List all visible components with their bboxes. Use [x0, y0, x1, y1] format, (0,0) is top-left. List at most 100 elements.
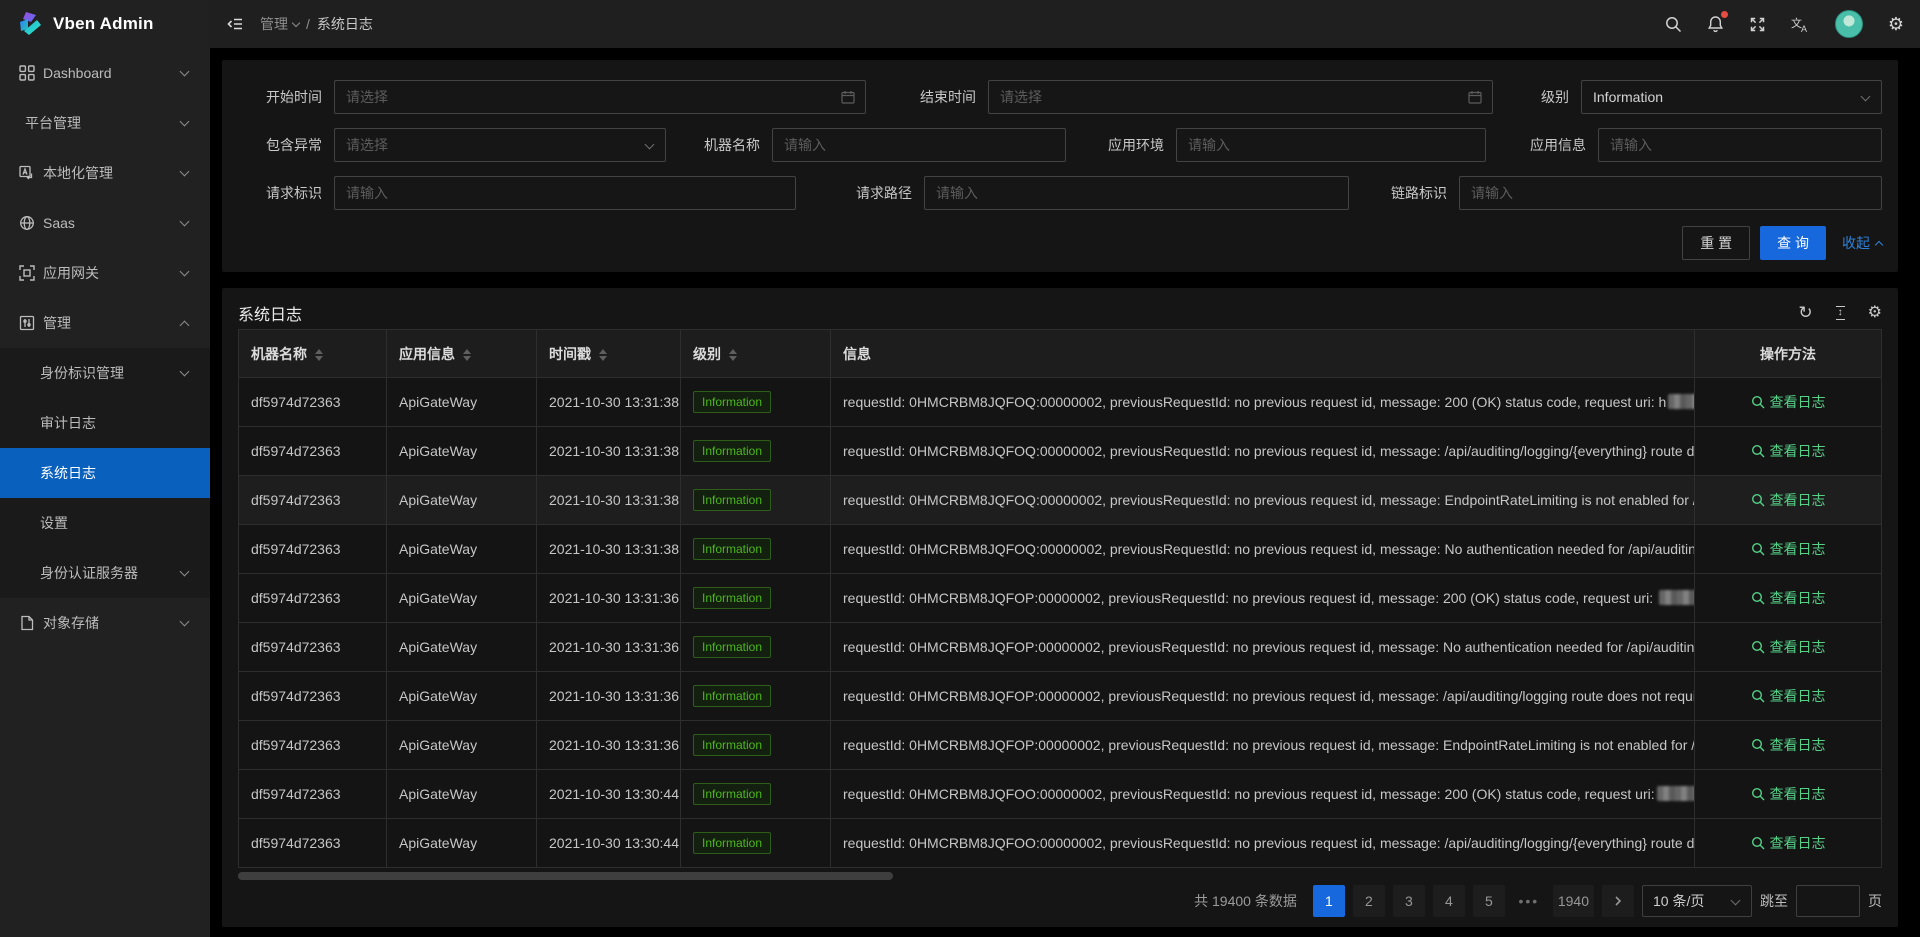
- app-env-label: 应用环境: [1066, 135, 1176, 155]
- table-row[interactable]: df5974d72363ApiGateWay2021-10-30 13:31:3…: [239, 378, 1882, 427]
- table-row[interactable]: df5974d72363ApiGateWay2021-10-30 13:30:4…: [239, 819, 1882, 868]
- cell-timestamp: 2021-10-30 13:31:38: [537, 427, 681, 476]
- dashboard-icon: [18, 65, 35, 82]
- sidebar-item-object-storage[interactable]: 对象存储: [0, 598, 210, 648]
- start-time-datepicker[interactable]: 请选择: [334, 80, 866, 114]
- filter-actions: 重 置 查 询 收起: [238, 226, 1882, 260]
- request-path-input[interactable]: 请输入: [924, 176, 1349, 210]
- level-badge: Information: [693, 636, 771, 658]
- page-button[interactable]: 3: [1393, 885, 1425, 917]
- refresh-icon[interactable]: ↻: [1798, 304, 1812, 321]
- sidebar-item-identity-management[interactable]: 身份标识管理: [0, 348, 210, 398]
- trace-id-input[interactable]: 请输入: [1459, 176, 1882, 210]
- machine-name-input[interactable]: 请输入: [772, 128, 1066, 162]
- view-log-link[interactable]: 查看日志: [1751, 735, 1826, 755]
- col-timestamp[interactable]: 时间戳: [537, 330, 681, 378]
- level-badge: Information: [693, 391, 771, 413]
- page-button[interactable]: 5: [1473, 885, 1505, 917]
- view-log-link[interactable]: 查看日志: [1751, 833, 1826, 853]
- app-info-input[interactable]: 请输入: [1598, 128, 1882, 162]
- col-message: 信息: [831, 330, 1695, 378]
- page-ellipsis[interactable]: •••: [1513, 885, 1545, 917]
- column-settings-icon[interactable]: ⚙: [1868, 305, 1882, 321]
- table-row[interactable]: df5974d72363ApiGateWay2021-10-30 13:31:3…: [239, 672, 1882, 721]
- level-select[interactable]: Information: [1581, 80, 1882, 114]
- cell-actions: 查看日志: [1695, 378, 1882, 427]
- sidebar-item-saas[interactable]: Saas: [0, 198, 210, 248]
- sidebar-item-management[interactable]: 管理: [0, 298, 210, 348]
- collapse-filter-link[interactable]: 收起: [1842, 233, 1882, 253]
- view-log-link[interactable]: 查看日志: [1751, 784, 1826, 804]
- page-jump-input[interactable]: [1796, 885, 1860, 917]
- sort-icon[interactable]: [599, 349, 607, 361]
- table-body: df5974d72363ApiGateWay2021-10-30 13:31:3…: [239, 378, 1882, 868]
- magnifier-icon: [1751, 787, 1765, 801]
- next-page-button[interactable]: [1602, 885, 1634, 917]
- level-badge: Information: [693, 734, 771, 756]
- row-height-icon[interactable]: ↕: [1836, 306, 1845, 320]
- table-row[interactable]: df5974d72363ApiGateWay2021-10-30 13:30:4…: [239, 770, 1882, 819]
- sidebar: Vben Admin Dashboard 平台管理 本地化管理 Saas: [0, 0, 210, 937]
- page-size-select[interactable]: 10 条/页: [1642, 885, 1752, 917]
- chevron-down-icon: [180, 217, 190, 227]
- sidebar-item-localization[interactable]: 本地化管理: [0, 148, 210, 198]
- sidebar-item-gateway[interactable]: 应用网关: [0, 248, 210, 298]
- request-id-input[interactable]: 请输入: [334, 176, 796, 210]
- view-log-link[interactable]: 查看日志: [1751, 637, 1826, 657]
- cell-machine-name: df5974d72363: [239, 427, 387, 476]
- pagination-total: 共 19400 条数据: [1194, 891, 1297, 911]
- view-log-link[interactable]: 查看日志: [1751, 539, 1826, 559]
- page-button[interactable]: 2: [1353, 885, 1385, 917]
- view-log-link[interactable]: 查看日志: [1751, 392, 1826, 412]
- view-log-link[interactable]: 查看日志: [1751, 441, 1826, 461]
- translate-icon[interactable]: 文A: [1791, 16, 1810, 33]
- col-app-info[interactable]: 应用信息: [387, 330, 537, 378]
- sidebar-item-auth-server[interactable]: 身份认证服务器: [0, 548, 210, 598]
- app-info-label: 应用信息: [1486, 135, 1598, 155]
- sort-icon[interactable]: [315, 349, 323, 361]
- search-icon[interactable]: [1665, 16, 1682, 33]
- sidebar-item-platform[interactable]: 平台管理: [0, 98, 210, 148]
- table-row[interactable]: df5974d72363ApiGateWay2021-10-30 13:31:3…: [239, 427, 1882, 476]
- user-avatar[interactable]: [1835, 10, 1863, 38]
- settings-gear-icon[interactable]: ⚙: [1888, 15, 1904, 33]
- app-env-input[interactable]: 请输入: [1176, 128, 1486, 162]
- col-level[interactable]: 级别: [681, 330, 831, 378]
- page-button-active[interactable]: 1: [1313, 885, 1345, 917]
- cell-timestamp: 2021-10-30 13:30:44: [537, 770, 681, 819]
- sidebar-item-dashboard[interactable]: Dashboard: [0, 48, 210, 98]
- table-row[interactable]: df5974d72363ApiGateWay2021-10-30 13:31:3…: [239, 721, 1882, 770]
- sidebar-item-settings[interactable]: 设置: [0, 498, 210, 548]
- end-time-datepicker[interactable]: 请选择: [988, 80, 1493, 114]
- cell-level: Information: [681, 770, 831, 819]
- level-badge: Information: [693, 489, 771, 511]
- sidebar-item-audit-log[interactable]: 审计日志: [0, 398, 210, 448]
- sort-icon[interactable]: [729, 349, 737, 361]
- cell-message: requestId: 0HMCRBM8JQFOO:00000002, previ…: [831, 770, 1695, 819]
- has-exception-select[interactable]: 请选择: [334, 128, 666, 162]
- sidebar-item-system-log[interactable]: 系统日志: [0, 448, 210, 498]
- cell-actions: 查看日志: [1695, 770, 1882, 819]
- reset-button[interactable]: 重 置: [1682, 226, 1750, 260]
- fullscreen-icon[interactable]: [1749, 16, 1766, 33]
- table-row[interactable]: df5974d72363ApiGateWay2021-10-30 13:31:3…: [239, 525, 1882, 574]
- menu-fold-icon[interactable]: [226, 15, 244, 33]
- scrollbar-thumb[interactable]: [238, 872, 893, 880]
- page-button[interactable]: 4: [1433, 885, 1465, 917]
- view-log-link[interactable]: 查看日志: [1751, 490, 1826, 510]
- cell-level: Information: [681, 427, 831, 476]
- breadcrumb-current: 系统日志: [317, 14, 373, 34]
- view-log-link[interactable]: 查看日志: [1751, 588, 1826, 608]
- table-row[interactable]: df5974d72363ApiGateWay2021-10-30 13:31:3…: [239, 623, 1882, 672]
- col-machine-name[interactable]: 机器名称: [239, 330, 387, 378]
- table-row[interactable]: df5974d72363ApiGateWay2021-10-30 13:31:3…: [239, 574, 1882, 623]
- logo[interactable]: Vben Admin: [0, 0, 210, 48]
- view-log-link[interactable]: 查看日志: [1751, 686, 1826, 706]
- table-row[interactable]: df5974d72363ApiGateWay2021-10-30 13:31:3…: [239, 476, 1882, 525]
- page-button[interactable]: 1940: [1553, 885, 1594, 917]
- cell-message: requestId: 0HMCRBM8JQFOP:00000002, previ…: [831, 623, 1695, 672]
- sort-icon[interactable]: [463, 349, 471, 361]
- breadcrumb-section[interactable]: 管理: [260, 14, 299, 34]
- notification-bell-icon[interactable]: [1707, 15, 1724, 33]
- query-button[interactable]: 查 询: [1760, 226, 1826, 260]
